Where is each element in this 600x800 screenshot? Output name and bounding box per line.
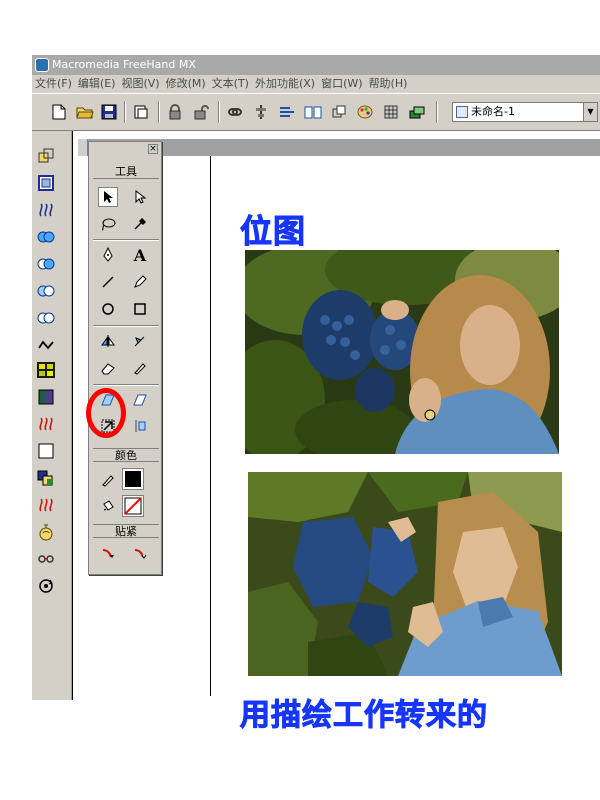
punch-icon[interactable]	[37, 282, 55, 300]
snap-header: 贴紧	[93, 524, 159, 538]
toolbar-separator	[124, 101, 126, 123]
freehand-logo-icon	[35, 58, 49, 72]
highlight-circle-annotation	[86, 388, 126, 438]
menu-file[interactable]: 文件(F)	[35, 75, 78, 93]
toolbar-separator	[436, 101, 438, 123]
group-icon[interactable]	[37, 174, 55, 192]
tools-separator	[93, 325, 159, 327]
menu-modify[interactable]: 修改(M)	[166, 75, 212, 93]
menu-window[interactable]: 窗口(W)	[321, 75, 368, 93]
gradient-icon[interactable]	[37, 388, 55, 406]
menu-view[interactable]: 视图(V)	[121, 75, 165, 93]
close-icon[interactable]: ×	[148, 144, 158, 154]
chain-icon[interactable]	[37, 550, 55, 568]
eyedropper-tool-icon[interactable]	[130, 214, 150, 234]
curve-icon[interactable]	[37, 336, 55, 354]
knife-tool-icon[interactable]	[130, 358, 150, 378]
grid-icon[interactable]	[382, 103, 400, 121]
screenshot-root: Macromedia FreeHand MX 文件(F) 编辑(E) 视图(V)…	[0, 0, 600, 800]
lasso-tool-icon[interactable]	[98, 214, 118, 234]
pointer-tool-icon[interactable]	[98, 187, 118, 207]
bitmap-photo[interactable]	[245, 250, 559, 454]
open-folder-icon[interactable]	[76, 103, 94, 121]
layers-icon[interactable]	[408, 103, 426, 121]
menu-xtras[interactable]: 外加功能(X)	[255, 75, 321, 93]
fisheye-tool-icon[interactable]	[130, 390, 150, 410]
page-edge-line	[210, 156, 211, 696]
stroke-color-icon[interactable]	[98, 470, 118, 490]
ellipse-tool-icon[interactable]	[98, 299, 118, 319]
document-tab[interactable]	[78, 139, 88, 156]
library-icon[interactable]	[304, 103, 322, 121]
blend-icon[interactable]	[37, 201, 55, 219]
new-file-icon[interactable]	[50, 103, 68, 121]
crop-icon[interactable]	[37, 309, 55, 327]
fill-color-icon[interactable]	[98, 497, 118, 517]
tools-separator	[93, 384, 159, 386]
mosaic-icon[interactable]	[37, 361, 55, 379]
text-wrap-icon[interactable]	[278, 103, 296, 121]
symbol-icon[interactable]	[330, 103, 348, 121]
lock-icon[interactable]	[166, 103, 184, 121]
align-icon[interactable]	[252, 103, 270, 121]
subselect-tool-icon[interactable]	[130, 187, 150, 207]
white-fill-icon[interactable]	[37, 442, 55, 460]
unlock-icon[interactable]	[192, 103, 210, 121]
save-icon[interactable]	[100, 103, 118, 121]
tools-header: 工具	[93, 165, 159, 179]
toolbar-separator	[218, 101, 220, 123]
colors-header: 颜色	[93, 448, 159, 462]
reflect-tool-icon[interactable]	[130, 331, 150, 351]
toolbar-separator	[158, 101, 160, 123]
canvas-edge-line	[72, 131, 73, 700]
document-select-value: 未命名-1	[471, 105, 515, 118]
split-icon[interactable]	[37, 415, 55, 433]
main-toolbar: 未命名-1 ▼	[32, 93, 600, 131]
link-icon[interactable]	[226, 103, 244, 121]
caption-traced: 用描绘工作转来的	[240, 698, 488, 734]
chevron-down-icon[interactable]: ▼	[583, 103, 597, 121]
left-toolbar	[32, 131, 72, 700]
pencil-tool-icon[interactable]	[130, 272, 150, 292]
magic-wand-tool-icon[interactable]	[130, 416, 150, 436]
menu-text[interactable]: 文本(T)	[212, 75, 255, 93]
import-icon[interactable]	[132, 103, 150, 121]
caption-bitmap: 位图	[239, 212, 307, 251]
trap-icon[interactable]	[37, 469, 55, 487]
document-icon	[456, 106, 468, 118]
mirror-tool-icon[interactable]	[98, 331, 118, 351]
menu-edit[interactable]: 编辑(E)	[78, 75, 122, 93]
eraser-tool-icon[interactable]	[98, 358, 118, 378]
transform-icon[interactable]	[37, 147, 55, 165]
fill-color-swatch[interactable]	[122, 495, 144, 517]
snap-to-guide-icon[interactable]	[130, 544, 150, 564]
color-mixer-icon[interactable]	[356, 103, 374, 121]
text-tool-icon[interactable]: A	[130, 245, 150, 265]
split-path-icon[interactable]	[37, 496, 55, 514]
rotate-icon[interactable]	[37, 577, 55, 595]
stroke-color-swatch[interactable]	[122, 468, 144, 490]
title-bar: Macromedia FreeHand MX	[32, 55, 600, 75]
rectangle-tool-icon[interactable]	[130, 299, 150, 319]
snap-to-point-icon[interactable]	[98, 544, 118, 564]
pen-tool-icon[interactable]	[98, 245, 118, 265]
intersect-icon[interactable]	[37, 255, 55, 273]
tools-separator	[93, 239, 159, 241]
union-icon[interactable]	[37, 228, 55, 246]
traced-photo[interactable]	[248, 472, 562, 676]
tools-panel[interactable]: × 工具 A 颜色 贴紧	[88, 141, 162, 575]
menu-bar: 文件(F) 编辑(E) 视图(V) 修改(M) 文本(T) 外加功能(X) 窗口…	[32, 75, 600, 93]
document-select[interactable]: 未命名-1 ▼	[452, 102, 598, 122]
menu-help[interactable]: 帮助(H)	[369, 75, 414, 93]
line-tool-icon[interactable]	[98, 272, 118, 292]
window-title: Macromedia FreeHand MX	[52, 58, 196, 71]
bomb-icon[interactable]	[37, 523, 55, 541]
